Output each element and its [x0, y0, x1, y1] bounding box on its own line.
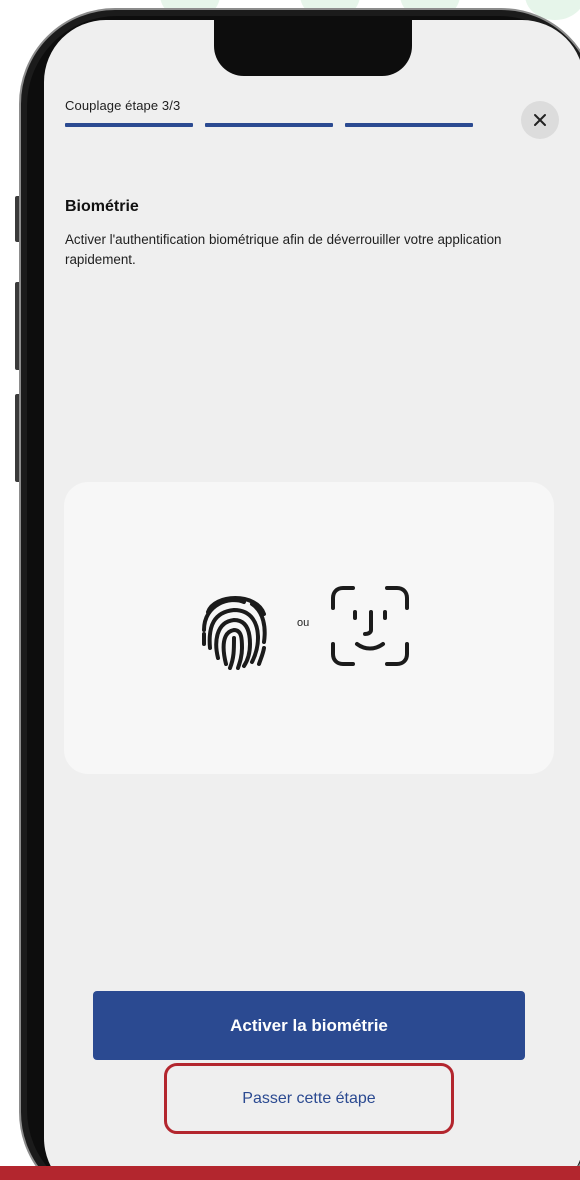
screenshot-stage: Couplage étape 3/3 Biométrie Activer l'a…	[0, 0, 580, 1180]
progress-segment	[205, 123, 333, 127]
biometry-illustration-card: ou	[64, 482, 554, 774]
close-button[interactable]	[521, 101, 559, 139]
activate-biometry-button[interactable]: Activer la biométrie	[93, 991, 525, 1060]
close-icon	[534, 114, 546, 126]
page-title: Biométrie	[65, 198, 139, 215]
progress-bar	[65, 123, 473, 127]
phone-notch	[214, 20, 412, 76]
progress-segment	[345, 123, 473, 127]
page-description: Activer l'authentification biométrique a…	[65, 232, 502, 267]
face-id-icon	[331, 586, 409, 666]
bottom-accent-bar	[0, 1166, 580, 1180]
separator-or-label: ou	[297, 617, 310, 629]
step-label: Couplage étape 3/3	[65, 98, 181, 113]
fingerprint-icon	[202, 596, 267, 670]
progress-segment	[65, 123, 193, 127]
skip-step-button[interactable]: Passer cette étape	[164, 1063, 454, 1134]
app-screen: Couplage étape 3/3 Biométrie Activer l'a…	[44, 20, 580, 1180]
